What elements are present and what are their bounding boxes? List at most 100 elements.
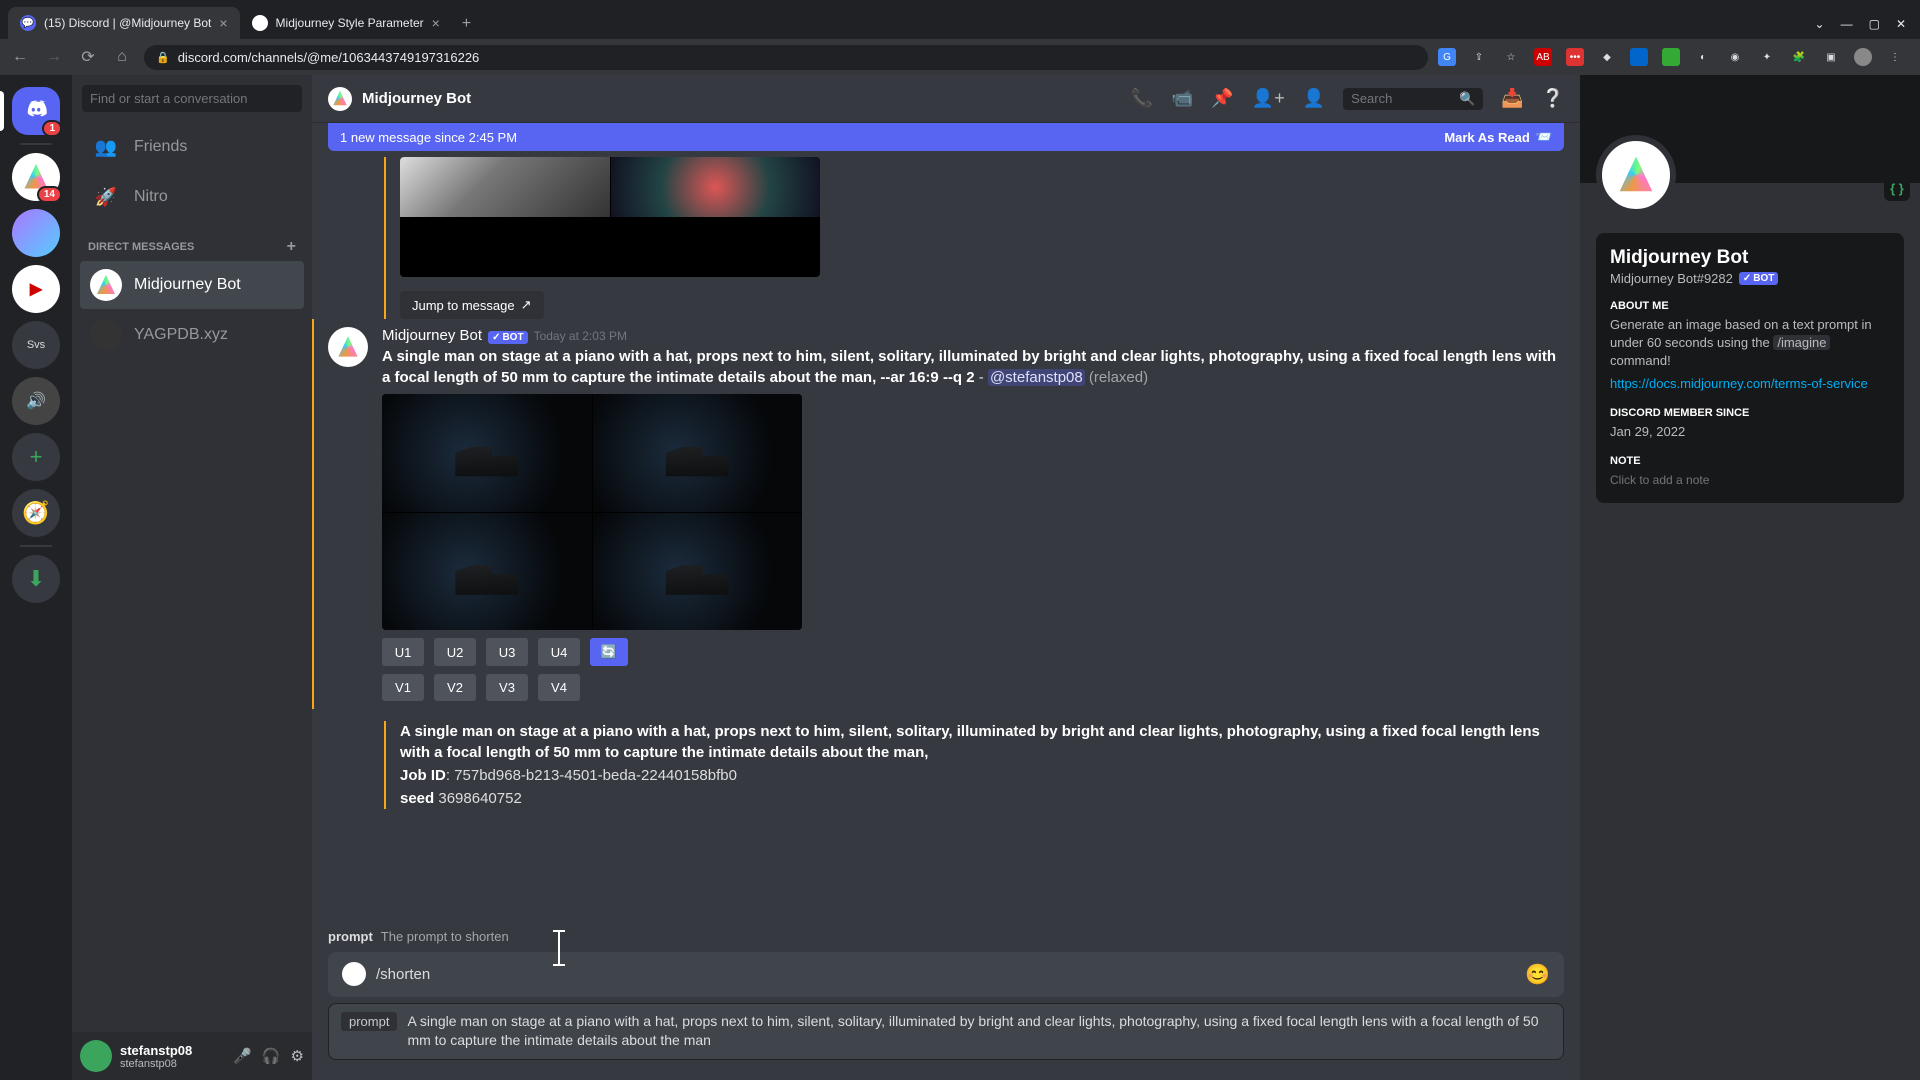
mute-icon[interactable]: 🎤: [233, 1047, 252, 1065]
voice-call-icon[interactable]: 📞: [1131, 88, 1153, 109]
new-tab-button[interactable]: +: [452, 9, 481, 39]
image-attachment[interactable]: [382, 394, 802, 630]
close-icon[interactable]: ✕: [1896, 17, 1906, 31]
jump-to-message-button[interactable]: Jump to message ↗: [400, 291, 544, 319]
channel-header: Midjourney Bot 📞 📹 📌 👤+ 👤 Search 🔍 📥 ❔: [312, 75, 1580, 123]
message-author[interactable]: Midjourney Bot: [382, 327, 482, 344]
server-icon-svs[interactable]: Svs: [12, 321, 60, 369]
pinned-icon[interactable]: 📌: [1211, 88, 1233, 109]
profile-tag: Midjourney Bot#9282: [1610, 271, 1733, 286]
explore-servers-button[interactable]: 🧭: [12, 489, 60, 537]
tos-link[interactable]: https://docs.midjourney.com/terms-of-ser…: [1610, 376, 1868, 391]
browser-tab-active[interactable]: 💬 (15) Discord | @Midjourney Bot ×: [8, 7, 240, 39]
caret-down-icon[interactable]: ⌄: [1815, 17, 1825, 31]
add-friends-icon[interactable]: 👤+: [1252, 88, 1285, 109]
external-link-icon: ↗: [521, 297, 532, 313]
extension-icon[interactable]: [1662, 48, 1680, 66]
deafen-icon[interactable]: 🎧: [262, 1047, 281, 1065]
note-input[interactable]: [1610, 473, 1890, 487]
user-tag: stefanstp08: [120, 1058, 225, 1070]
u4-button[interactable]: U4: [538, 638, 580, 666]
close-icon[interactable]: ×: [432, 15, 440, 31]
server-icon[interactable]: 🔊: [12, 377, 60, 425]
param-value[interactable]: A single man on stage at a piano with a …: [407, 1012, 1551, 1051]
channel-title: Midjourney Bot: [362, 90, 471, 107]
home-icon[interactable]: ⌂: [110, 48, 134, 66]
u1-button[interactable]: U1: [382, 638, 424, 666]
extension-icon[interactable]: [1630, 48, 1648, 66]
message-list[interactable]: 1 new message since 2:45 PM Mark As Read…: [312, 123, 1580, 921]
close-icon[interactable]: ×: [219, 15, 227, 31]
extension-icon[interactable]: ◐: [1694, 48, 1712, 66]
minimize-icon[interactable]: —: [1841, 17, 1853, 31]
emoji-picker-icon[interactable]: 😊: [1525, 962, 1550, 987]
sidepanel-icon[interactable]: ▣: [1822, 48, 1840, 66]
translate-icon[interactable]: G: [1438, 48, 1456, 66]
user-panel: stefanstp08 stefanstp08 🎤 🎧 ⚙: [72, 1032, 312, 1080]
mark-read-icon: 📨: [1536, 129, 1552, 145]
extension-icon[interactable]: ◆: [1598, 48, 1616, 66]
v4-button[interactable]: V4: [538, 674, 580, 701]
forward-icon[interactable]: →: [42, 48, 66, 66]
server-icon-midjourney[interactable]: 14: [12, 153, 60, 201]
discord-home-button[interactable]: 1: [12, 87, 60, 135]
dm-sidebar: Find or start a conversation 👥 Friends 🚀…: [72, 75, 312, 1080]
find-conversation-input[interactable]: Find or start a conversation: [82, 85, 302, 112]
extension-icon[interactable]: ✦: [1758, 48, 1776, 66]
user-profile-icon[interactable]: 👤: [1303, 88, 1325, 109]
friends-tab[interactable]: 👥 Friends: [80, 123, 304, 171]
video-call-icon[interactable]: 📹: [1171, 88, 1193, 109]
command-option[interactable]: prompt The prompt to shorten: [328, 921, 1564, 952]
star-icon[interactable]: ☆: [1502, 48, 1520, 66]
command-input-row[interactable]: /shorten 😊: [328, 952, 1564, 997]
lock-icon: 🔒: [156, 51, 170, 64]
lastpass-icon[interactable]: •••: [1566, 48, 1584, 66]
about-header: ABOUT ME: [1610, 300, 1890, 312]
v3-button[interactable]: V3: [486, 674, 528, 701]
inbox-icon[interactable]: 📥: [1501, 88, 1523, 109]
create-dm-button[interactable]: +: [287, 238, 296, 256]
search-input[interactable]: Search 🔍: [1343, 88, 1483, 110]
user-mention[interactable]: @stefanstp08: [988, 369, 1085, 386]
menu-icon[interactable]: ⋮: [1886, 48, 1904, 66]
member-since-header: DISCORD MEMBER SINCE: [1610, 407, 1890, 419]
dm-item-yagpdb[interactable]: YAGPDB.xyz: [80, 311, 304, 359]
adblock-icon[interactable]: AB: [1534, 48, 1552, 66]
dm-item-midjourney[interactable]: Midjourney Bot: [80, 261, 304, 309]
message-timestamp: Today at 2:03 PM: [534, 329, 627, 343]
profile-avatar[interactable]: [1596, 135, 1676, 215]
back-icon[interactable]: ←: [8, 48, 32, 66]
u3-button[interactable]: U3: [486, 638, 528, 666]
share-icon[interactable]: ⇪: [1470, 48, 1488, 66]
bot-badge-icon: { }: [1884, 175, 1910, 201]
reload-icon[interactable]: ⟳: [76, 47, 100, 67]
add-server-button[interactable]: +: [12, 433, 60, 481]
avatar: [90, 269, 122, 301]
nitro-tab[interactable]: 🚀 Nitro: [80, 173, 304, 221]
command-param-row[interactable]: prompt A single man on stage at a piano …: [328, 1003, 1564, 1060]
extension-icon[interactable]: ◉: [1726, 48, 1744, 66]
download-apps-button[interactable]: ⬇: [12, 555, 60, 603]
notification-badge: 14: [37, 186, 62, 203]
nitro-icon: 🚀: [90, 181, 122, 213]
server-icon[interactable]: ▶: [12, 265, 60, 313]
v2-button[interactable]: V2: [434, 674, 476, 701]
avatar[interactable]: [328, 327, 368, 367]
u2-button[interactable]: U2: [434, 638, 476, 666]
user-avatar[interactable]: [80, 1040, 112, 1072]
image-attachment[interactable]: [400, 157, 820, 277]
url-input[interactable]: 🔒 discord.com/channels/@me/1063443749197…: [144, 45, 1428, 70]
v1-button[interactable]: V1: [382, 674, 424, 701]
reroll-button[interactable]: 🔄: [590, 638, 628, 666]
settings-icon[interactable]: ⚙: [291, 1047, 304, 1065]
new-messages-banner[interactable]: 1 new message since 2:45 PM Mark As Read…: [328, 123, 1564, 151]
profile-avatar[interactable]: [1854, 48, 1872, 66]
notification-badge: 1: [42, 120, 62, 137]
extensions-menu-icon[interactable]: 🧩: [1790, 48, 1808, 66]
browser-tab[interactable]: Midjourney Style Parameter ×: [240, 7, 452, 39]
server-icon[interactable]: [12, 209, 60, 257]
help-icon[interactable]: ❔: [1542, 88, 1564, 109]
maximize-icon[interactable]: ▢: [1869, 17, 1880, 31]
dm-header: DIRECT MESSAGES +: [72, 222, 312, 260]
browser-toolbar: ← → ⟳ ⌂ 🔒 discord.com/channels/@me/10634…: [0, 39, 1920, 75]
